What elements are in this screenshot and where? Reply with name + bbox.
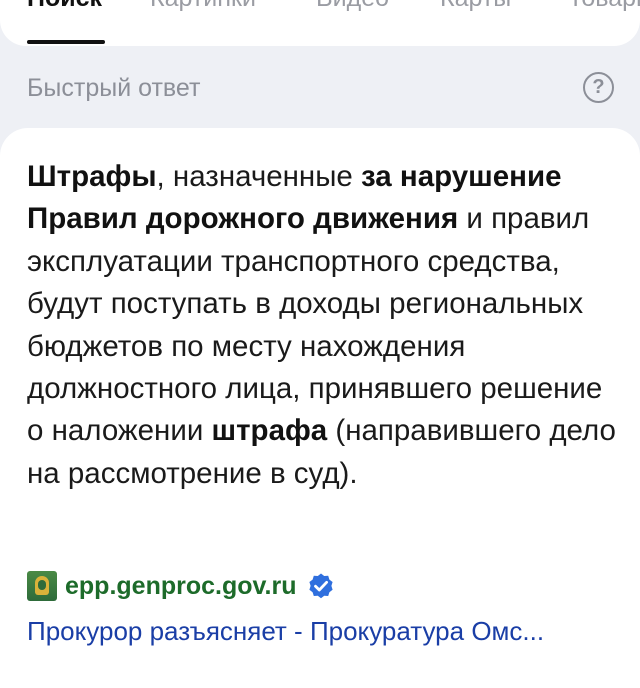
tab-search[interactable]: Поиск [27,0,102,13]
quick-answer-label: Быстрый ответ [27,74,201,102]
source-domain-link[interactable]: epp.genproc.gov.ru [65,572,297,601]
tab-maps[interactable]: Карты [440,0,511,13]
emblem-favicon-icon [27,571,57,601]
tab-video[interactable]: Видео [316,0,389,13]
question-circle-icon[interactable]: ? [583,72,614,103]
verified-check-icon [308,573,333,599]
quick-answer-text: Штрафы, назначенные за нарушение Правил … [27,156,622,495]
source-title-link[interactable]: Прокурор разъясняет - Прокуратура Омс... [27,616,627,647]
answer-segment-bold: штрафа [211,414,328,448]
tab-goods[interactable]: Товары [568,0,640,13]
answer-segment: , назначенные [156,160,362,193]
search-tabs-bar: Поиск Картинки Видео Карты Товары [0,0,640,46]
answer-segment: и правил эксплуатации транспортного сред… [27,202,603,448]
active-tab-indicator [27,40,105,44]
source-row[interactable]: epp.genproc.gov.ru [27,569,335,603]
tab-images[interactable]: Картинки [150,0,256,13]
answer-segment-bold: Штрафы [27,160,157,193]
